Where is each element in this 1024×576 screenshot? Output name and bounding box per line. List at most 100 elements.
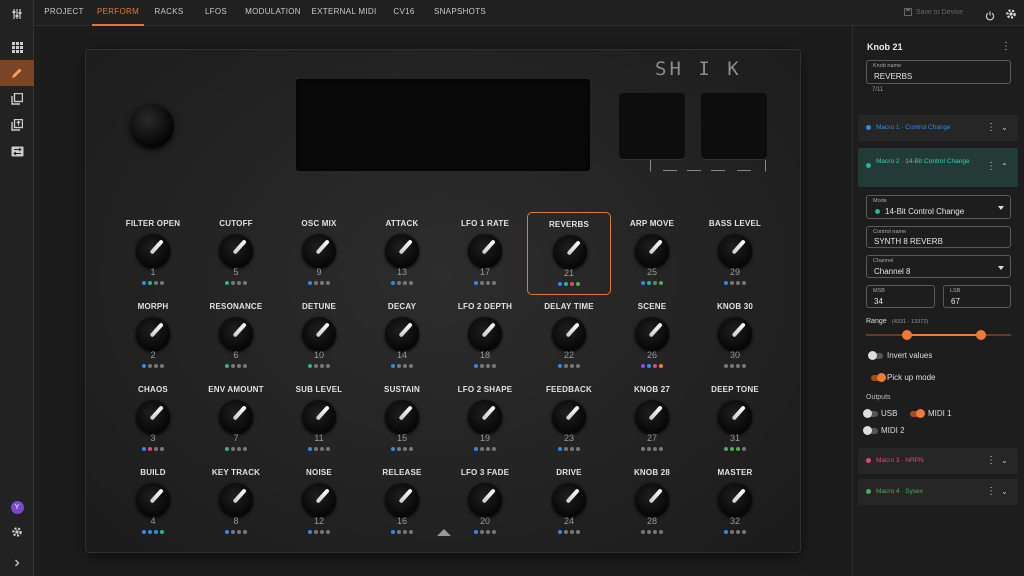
knob-cell[interactable]: LFO 3 FADE 20 (443, 461, 527, 544)
knob-dial[interactable] (385, 317, 419, 351)
knob-cell[interactable]: CUTOFF 5 (194, 212, 278, 295)
main-encoder-knob[interactable] (130, 104, 174, 148)
lsb-field[interactable]: LSB 67 (943, 285, 1011, 308)
range-slider[interactable] (866, 330, 1011, 340)
tab-cv16[interactable]: CV16 (388, 0, 420, 26)
knob-dial[interactable] (468, 400, 502, 434)
tab-racks[interactable]: RACKS (148, 0, 190, 26)
knob-dial[interactable] (136, 483, 170, 517)
avatar[interactable]: Y (0, 494, 34, 520)
knob-cell[interactable]: MASTER 32 (693, 461, 777, 544)
knob-dial[interactable] (552, 317, 586, 351)
tab-perform[interactable]: PERFORM (92, 0, 144, 26)
triangle-up-icon[interactable] (437, 529, 451, 536)
knob-dial[interactable] (635, 317, 669, 351)
macro-3-row[interactable]: Macro 3 · NRPN ⋮ ⌄ (858, 448, 1018, 474)
knob-cell[interactable]: MORPH 2 (111, 295, 195, 378)
range-max-thumb[interactable] (976, 330, 987, 340)
chevron-right-icon[interactable] (0, 550, 34, 576)
knob-cell[interactable]: DETUNE 10 (277, 295, 361, 378)
copy-icon[interactable] (0, 86, 34, 112)
knob-dial[interactable] (219, 317, 253, 351)
tab-external-midi[interactable]: EXTERNAL MIDI (310, 0, 378, 26)
knob-name-field[interactable]: Knob name REVERBS (866, 60, 1011, 84)
knob-dial[interactable] (219, 483, 253, 517)
save-to-device-button[interactable]: Save to Device (904, 8, 963, 16)
tab-project[interactable]: PROJECT (38, 0, 90, 26)
knob-cell[interactable]: LFO 2 DEPTH 18 (443, 295, 527, 378)
control-name-field[interactable]: Control name SYNTH 8 REVERB (866, 226, 1011, 248)
invert-toggle[interactable] (868, 351, 883, 360)
midi2-toggle[interactable] (863, 426, 878, 435)
channel-select[interactable]: Channel Channel 8 (866, 255, 1011, 278)
macro-2-chevron-up-icon[interactable]: ⌃ (1001, 162, 1008, 171)
knob-cell[interactable]: LFO 2 SHAPE 19 (443, 378, 527, 461)
panel-more-icon[interactable]: ⋮ (1001, 42, 1011, 52)
knob-dial[interactable] (552, 483, 586, 517)
macro-3-chevron-down-icon[interactable]: ⌄ (1001, 456, 1008, 465)
knob-dial[interactable] (385, 234, 419, 268)
knob-cell[interactable]: LFO 1 RATE 17 (443, 212, 527, 295)
pickup-toggle[interactable] (871, 373, 886, 382)
knob-cell[interactable]: SCENE 26 (610, 295, 694, 378)
knob-dial[interactable] (468, 317, 502, 351)
knob-dial[interactable] (718, 317, 752, 351)
macro-3-more-icon[interactable]: ⋮ (986, 456, 996, 466)
macro-4-more-icon[interactable]: ⋮ (986, 487, 996, 497)
knob-cell[interactable]: SUSTAIN 15 (360, 378, 444, 461)
knob-dial[interactable] (385, 400, 419, 434)
macro-1-more-icon[interactable]: ⋮ (986, 123, 996, 133)
knob-cell[interactable]: BASS LEVEL 29 (693, 212, 777, 295)
tab-lfos[interactable]: LFOS (198, 0, 234, 26)
knob-cell[interactable]: BUILD 4 (111, 461, 195, 544)
knob-dial[interactable] (136, 317, 170, 351)
knob-dial[interactable] (718, 234, 752, 268)
knob-cell[interactable]: KNOB 28 28 (610, 461, 694, 544)
knob-dial[interactable] (385, 483, 419, 517)
knob-cell[interactable]: ATTACK 13 (360, 212, 444, 295)
knob-dial[interactable] (468, 234, 502, 268)
pencil-icon[interactable] (0, 60, 34, 86)
knob-dial[interactable] (635, 400, 669, 434)
knob-cell[interactable]: FILTER OPEN 1 (111, 212, 195, 295)
knob-cell[interactable]: RELEASE 16 (360, 461, 444, 544)
pad-left[interactable] (619, 93, 685, 159)
knob-cell[interactable]: CHAOS 3 (111, 378, 195, 461)
knob-cell[interactable]: DECAY 14 (360, 295, 444, 378)
gear-icon[interactable] (0, 519, 34, 545)
knob-dial[interactable] (718, 400, 752, 434)
knob-dial[interactable] (136, 234, 170, 268)
tab-modulation[interactable]: MODULATION (244, 0, 302, 26)
knob-dial[interactable] (219, 234, 253, 268)
knob-dial[interactable] (302, 483, 336, 517)
knob-cell[interactable]: KNOB 27 27 (610, 378, 694, 461)
knob-cell[interactable]: REVERBS 21 (527, 212, 611, 295)
midi1-toggle[interactable] (910, 409, 925, 418)
macro-4-chevron-down-icon[interactable]: ⌄ (1001, 487, 1008, 496)
knob-dial[interactable] (635, 234, 669, 268)
knob-cell[interactable]: DELAY TIME 22 (527, 295, 611, 378)
mixer-icon[interactable] (0, 1, 34, 27)
knob-cell[interactable]: OSC MIX 9 (277, 212, 361, 295)
knob-dial[interactable] (635, 483, 669, 517)
knob-dial[interactable] (553, 235, 587, 269)
macro-1-row[interactable]: Macro 1 · Control Change ⋮ ⌄ (858, 115, 1018, 141)
knob-dial[interactable] (468, 483, 502, 517)
knob-cell[interactable]: ENV AMOUNT 7 (194, 378, 278, 461)
settings-gear-icon[interactable] (1005, 7, 1017, 25)
transfer-icon[interactable] (0, 138, 34, 164)
knob-cell[interactable]: FEEDBACK 23 (527, 378, 611, 461)
knob-dial[interactable] (718, 483, 752, 517)
macro-4-row[interactable]: Macro 4 · Sysex ⋮ ⌄ (858, 479, 1018, 505)
knob-cell[interactable]: KNOB 30 30 (693, 295, 777, 378)
knob-cell[interactable]: NOISE 12 (277, 461, 361, 544)
range-min-thumb[interactable] (901, 330, 912, 340)
macro-2-more-icon[interactable]: ⋮ (986, 162, 996, 172)
upload-icon[interactable] (0, 112, 34, 138)
knob-cell[interactable]: SUB LEVEL 11 (277, 378, 361, 461)
knob-dial[interactable] (136, 400, 170, 434)
tab-snapshots[interactable]: SNAPSHOTS (432, 0, 488, 26)
knob-dial[interactable] (302, 234, 336, 268)
knob-cell[interactable]: DRIVE 24 (527, 461, 611, 544)
knob-cell[interactable]: RESONANCE 6 (194, 295, 278, 378)
